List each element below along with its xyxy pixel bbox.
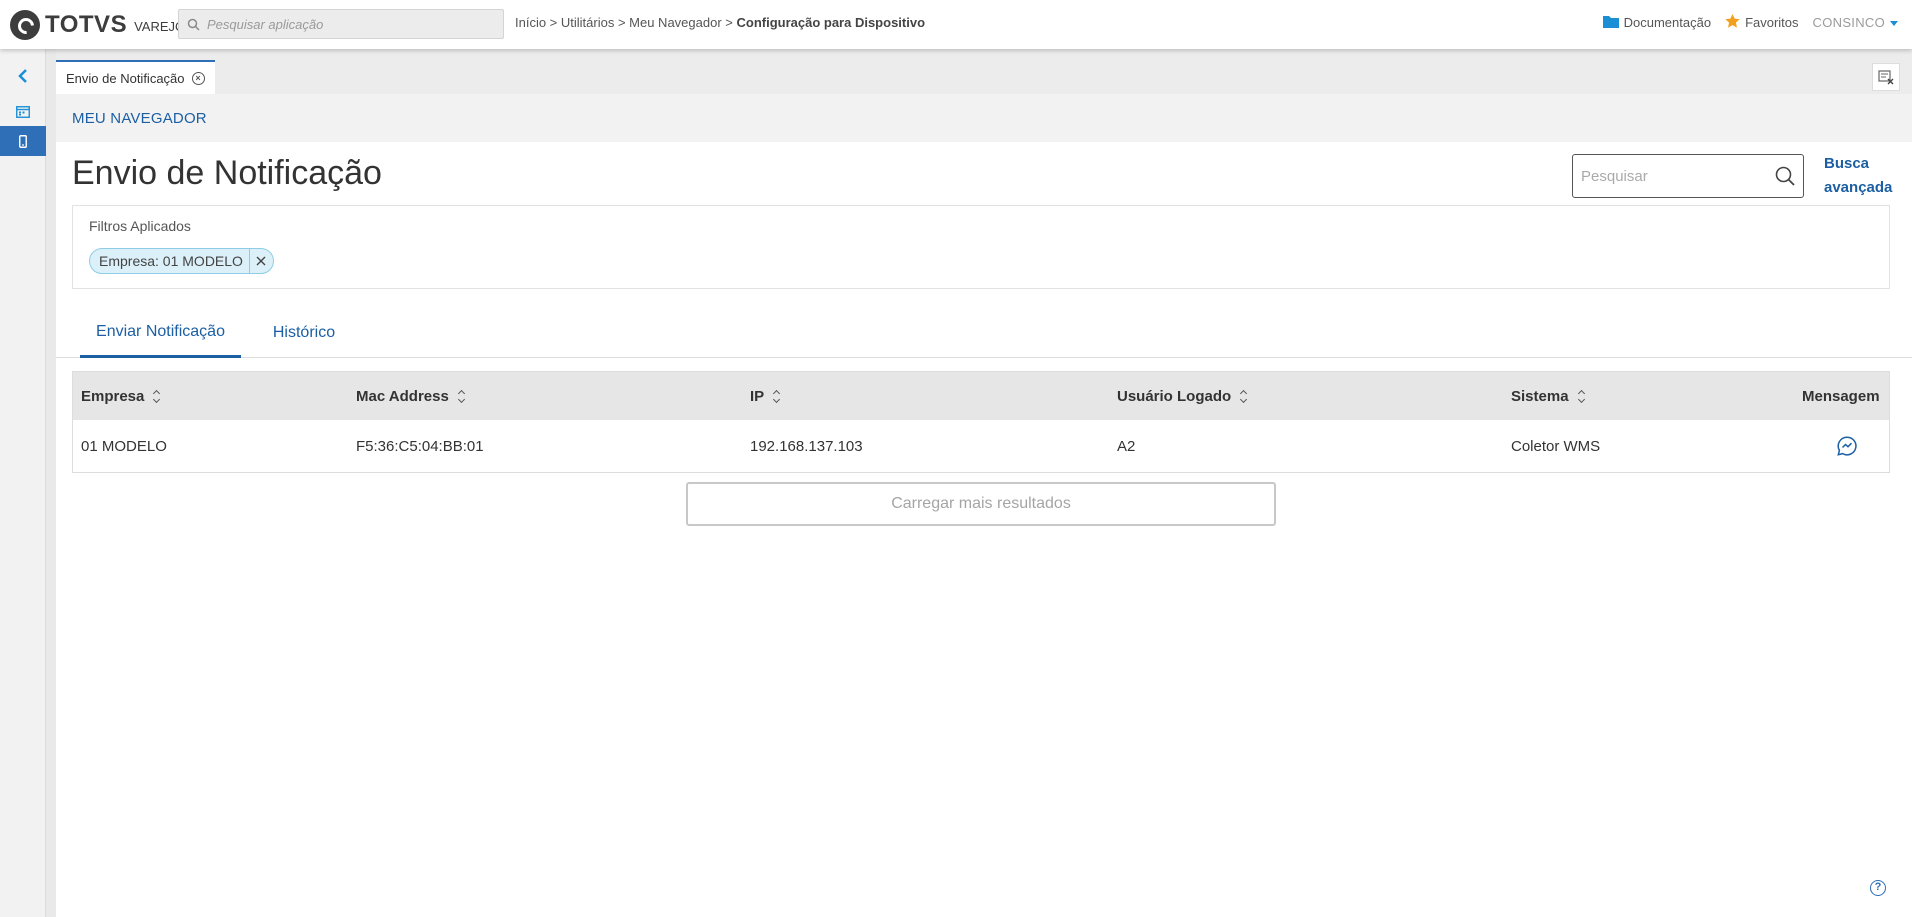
search-input[interactable]: Pesquisar (1572, 154, 1804, 198)
tab-bar: Enviar Notificação Histórico (56, 308, 1912, 358)
page-title: Envio de Notificação (72, 154, 382, 192)
tab-label: Histórico (272, 324, 336, 341)
cell-mac-address: F5:36:C5:04:BB:01 (356, 437, 484, 455)
sort-icon[interactable] (153, 389, 161, 403)
mobile-device-icon (19, 134, 27, 148)
column-header-ip[interactable]: IP (750, 372, 781, 420)
cell-empresa: 01 MODELO (81, 437, 167, 455)
cell-sistema: Coletor WMS (1511, 437, 1601, 455)
app-search-input[interactable]: Pesquisar aplicação (178, 9, 504, 39)
applied-filters-panel: Filtros Aplicados Empresa: 01 MODELO (72, 205, 1890, 289)
rail-item-calendar[interactable] (0, 96, 46, 126)
filter-chip: Empresa: 01 MODELO (89, 248, 274, 274)
open-tab-envio-notificacao[interactable]: Envio de Notificação × (56, 60, 215, 94)
sort-icon[interactable] (457, 389, 465, 403)
star-icon (1725, 14, 1745, 31)
column-header-mac-address[interactable]: Mac Address (356, 372, 465, 420)
rail-gutter (46, 49, 56, 917)
column-label: Usuário Logado (1117, 387, 1232, 405)
table-row: 01 MODELO F5:36:C5:04:BB:01 192.168.137.… (73, 420, 1889, 472)
message-icon (1837, 436, 1857, 456)
sort-icon[interactable] (773, 389, 781, 403)
help-icon[interactable]: ? (1870, 880, 1886, 896)
column-label: Empresa (81, 387, 145, 405)
table-header: Empresa Mac Address IP Usuário Logado Si… (73, 372, 1889, 420)
tab-enviar-notificacao[interactable]: Enviar Notificação (80, 308, 241, 358)
section-header: MEU NAVEGADOR (56, 94, 1912, 142)
advanced-search-line2: avançada (1824, 179, 1893, 196)
column-label: Mensagem (1802, 387, 1880, 405)
filter-chip-label: Empresa: 01 MODELO (99, 253, 243, 269)
close-all-tabs-button[interactable] (1872, 63, 1900, 91)
documentation-link[interactable]: Documentação (1602, 15, 1712, 31)
user-menu[interactable]: CONSINCO (1813, 15, 1898, 30)
tab-label: Enviar Notificação (96, 322, 225, 340)
left-rail (0, 49, 46, 917)
column-header-mensagem: Mensagem (1802, 372, 1880, 420)
remove-filter-button[interactable] (248, 249, 273, 273)
chevron-left-icon (18, 69, 27, 83)
rail-item-device[interactable] (0, 126, 46, 156)
totvs-logo-icon (10, 9, 40, 40)
column-header-sistema[interactable]: Sistema (1511, 372, 1585, 420)
search-placeholder: Pesquisar (1581, 167, 1648, 185)
calendar-icon (16, 105, 30, 118)
favorites-link[interactable]: Favoritos (1725, 14, 1799, 31)
column-label: Mac Address (356, 387, 449, 405)
breadcrumb-path[interactable]: Início > Utilitários > Meu Navegador > (515, 15, 736, 30)
sort-icon[interactable] (1577, 389, 1585, 403)
column-label: Sistema (1511, 387, 1569, 405)
close-icon (256, 256, 266, 266)
top-bar: TOTVS VAREJO Pesquisar aplicação Início … (0, 0, 1912, 49)
tab-historico[interactable]: Histórico (257, 308, 351, 358)
chevron-down-icon (1890, 21, 1898, 26)
collapse-menu-button[interactable] (0, 61, 46, 91)
header-links: Documentação Favoritos CONSINCO (1589, 14, 1898, 31)
close-tabs-icon (1878, 70, 1894, 85)
breadcrumb: Início > Utilitários > Meu Navegador > C… (515, 15, 925, 30)
main-content: MEU NAVEGADOR Envio de Notificação Pesqu… (56, 94, 1912, 917)
breadcrumb-current: Configuração para Dispositivo (736, 15, 926, 30)
search-icon[interactable] (1767, 166, 1803, 186)
advanced-search-line1: Busca (1824, 155, 1870, 172)
load-more-button[interactable]: Carregar mais resultados (686, 482, 1276, 526)
totvs-logo[interactable]: TOTVS VAREJO (10, 9, 185, 40)
app-search-placeholder: Pesquisar aplicação (207, 16, 324, 32)
search-icon (179, 10, 207, 38)
open-tab-label: Envio de Notificação (66, 70, 185, 86)
close-icon[interactable]: × (191, 71, 205, 85)
brand-name: TOTVS (45, 10, 128, 38)
user-name: CONSINCO (1812, 15, 1885, 30)
sort-icon[interactable] (1240, 389, 1248, 403)
column-header-usuario-logado[interactable]: Usuário Logado (1117, 372, 1248, 420)
documentation-label: Documentação (1623, 15, 1712, 30)
cell-usuario-logado: A2 (1117, 437, 1136, 455)
applied-filters-label: Filtros Aplicados (89, 218, 191, 234)
column-label: IP (750, 387, 765, 405)
section-label[interactable]: MEU NAVEGADOR (72, 110, 207, 127)
column-header-empresa[interactable]: Empresa (81, 372, 161, 420)
advanced-search-link[interactable]: Busca avançada (1824, 152, 1892, 200)
folder-icon (1602, 15, 1624, 31)
send-message-button[interactable] (1837, 420, 1857, 472)
cell-ip: 192.168.137.103 (750, 437, 863, 455)
open-tabs-bar: Envio de Notificação × (56, 49, 1912, 94)
favorites-label: Favoritos (1745, 15, 1799, 30)
devices-table: Empresa Mac Address IP Usuário Logado Si… (72, 371, 1890, 473)
